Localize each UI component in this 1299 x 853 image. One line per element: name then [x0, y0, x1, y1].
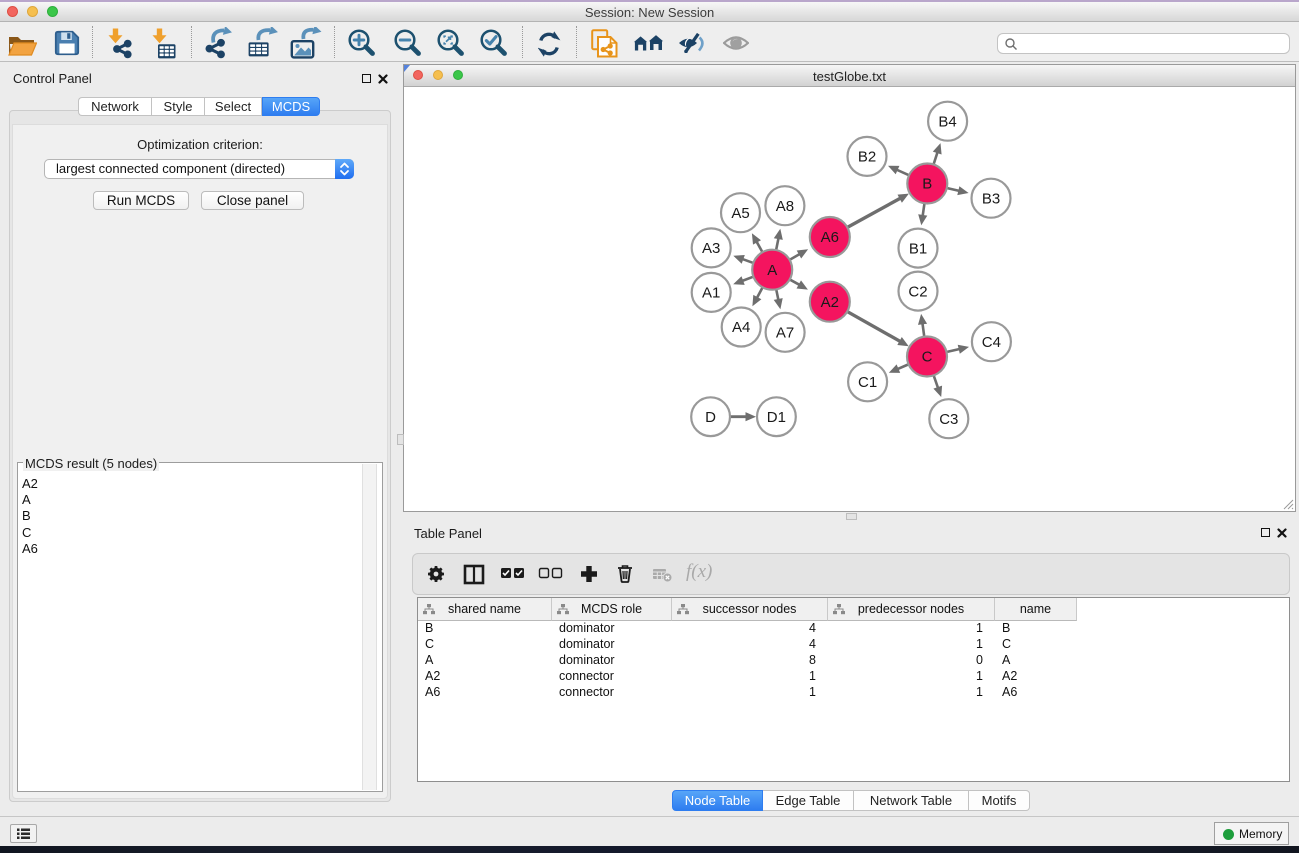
svg-text:B2: B2 [858, 149, 876, 166]
svg-text:C: C [922, 349, 933, 366]
svg-text:A3: A3 [702, 240, 720, 257]
svg-text:B3: B3 [982, 190, 1000, 207]
svg-text:A8: A8 [776, 198, 794, 215]
svg-text:A7: A7 [776, 325, 794, 342]
svg-text:C3: C3 [939, 411, 958, 428]
svg-text:C2: C2 [908, 283, 927, 300]
svg-text:B4: B4 [938, 113, 956, 130]
svg-text:B: B [922, 176, 932, 193]
svg-text:A1: A1 [702, 285, 720, 302]
svg-text:B1: B1 [909, 240, 927, 257]
svg-text:A4: A4 [732, 319, 750, 336]
svg-text:A5: A5 [731, 205, 749, 222]
svg-text:A2: A2 [821, 294, 839, 311]
svg-text:A6: A6 [821, 229, 839, 246]
svg-text:C1: C1 [858, 374, 877, 391]
svg-text:A: A [767, 262, 777, 279]
svg-text:D1: D1 [767, 409, 786, 426]
svg-text:C4: C4 [982, 334, 1001, 351]
svg-text:D: D [705, 409, 716, 426]
